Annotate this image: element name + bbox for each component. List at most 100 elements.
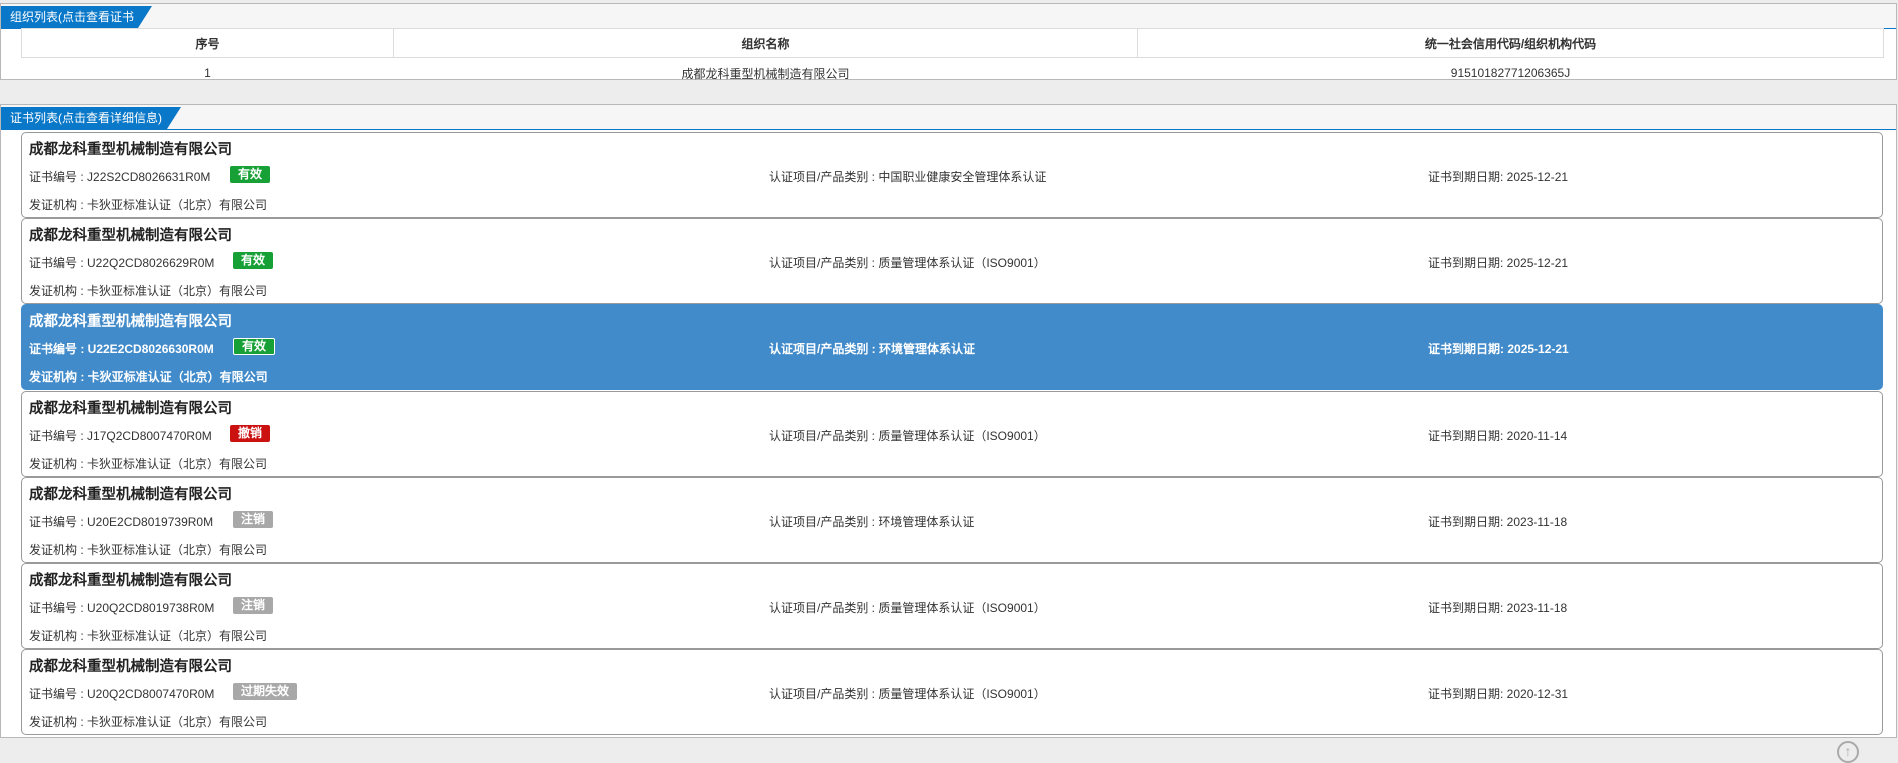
cert-issuer: 发证机构 : 卡狄亚标准认证（北京）有限公司 — [29, 541, 267, 558]
cert-item-value: 质量管理体系认证（ISO9001） — [878, 687, 1046, 702]
cert-issuer: 发证机构 : 卡狄亚标准认证（北京）有限公司 — [29, 627, 267, 644]
cert-issuer-value: 卡狄亚标准认证（北京）有限公司 — [87, 629, 268, 643]
status-badge: 有效 — [233, 252, 274, 270]
status-badge: 注销 — [233, 510, 274, 528]
cert-item-label: 认证项目/产品类别 : — [769, 342, 879, 357]
cert-company: 成都龙科重型机械制造有限公司 — [29, 400, 232, 417]
cert-item-value: 质量管理体系认证（ISO9001） — [878, 256, 1046, 271]
cert-number: 证书编号 : U22Q2CD8026629R0M — [29, 254, 214, 271]
cert-item: 认证项目/产品类别 : 质量管理体系认证（ISO9001） — [769, 599, 1046, 616]
cert-card[interactable]: 成都龙科重型机械制造有限公司 证书编号 : J22S2CD8026631R0M 有效… — [21, 132, 1883, 218]
org-index-cell: 1 — [204, 66, 211, 80]
cert-issuer-label: 发证机构 : — [29, 198, 88, 212]
cert-issuer: 发证机构 : 卡狄亚标准认证（北京）有限公司 — [29, 368, 268, 385]
cert-item-label: 认证项目/产品类别 : — [769, 601, 879, 615]
cert-expiry-value: 2020-11-14 — [1506, 428, 1568, 443]
cert-card[interactable]: 成都龙科重型机械制造有限公司 证书编号 : U20Q2CD8007470R0M 过期… — [21, 649, 1883, 736]
arrow-up-circle-icon[interactable]: ↑ — [1837, 741, 1859, 763]
cert-number: 证书编号 : U20E2CD8019739R0M — [29, 513, 213, 530]
cert-expiry-label: 证书到期日期: — [1428, 428, 1507, 443]
cert-number: 证书编号 : U20Q2CD8019738R0M — [29, 599, 214, 616]
cert-issuer-label: 发证机构 : — [29, 456, 88, 471]
cert-issuer-value: 卡狄亚标准认证（北京）有限公司 — [87, 456, 268, 471]
cert-expiry-label: 证书到期日期: — [1428, 256, 1507, 271]
cert-issuer-value: 卡狄亚标准认证（北京）有限公司 — [87, 198, 268, 212]
cert-expiry-label: 证书到期日期: — [1428, 514, 1507, 529]
cert-panel-header: 证书列表(点击查看详细信息) — [1, 104, 1896, 130]
col-index-header: 序号 — [21, 28, 394, 58]
cert-number: 证书编号 : U20Q2CD8007470R0M — [29, 685, 214, 702]
cert-number-label: 证书编号 : — [29, 428, 88, 443]
cert-number-label: 证书编号 : — [29, 170, 88, 184]
cert-panel: 证书列表(点击查看详细信息) 成都龙科重型机械制造有限公司 证书编号 : J22S… — [0, 104, 1897, 738]
status-badge: 过期失效 — [233, 683, 298, 701]
cert-item-value: 质量管理体系认证（ISO9001） — [878, 428, 1046, 443]
cert-item: 认证项目/产品类别 : 质量管理体系认证（ISO9001） — [769, 685, 1046, 702]
cert-issuer-label: 发证机构 : — [29, 370, 88, 385]
cert-expiry-value: 2025-12-21 — [1507, 342, 1569, 357]
table-row[interactable]: 1 成都龙科重型机械制造有限公司 91510182771206365J — [22, 58, 1884, 89]
org-code-cell: 91510182771206365J — [1450, 66, 1571, 80]
cert-number-value: U22Q2CD8026629R0M — [87, 256, 215, 271]
cert-number-value: U22E2CD8026630R0M — [87, 342, 214, 357]
org-table: 序号 组织名称 统一社会信用代码/组织机构代码 1 成都龙科重型机械制造有限公司… — [21, 28, 1884, 88]
cert-number-label: 证书编号 : — [29, 601, 88, 615]
cert-issuer-value: 卡狄亚标准认证（北京）有限公司 — [87, 284, 268, 299]
cert-card[interactable]: 成都龙科重型机械制造有限公司 证书编号 : U22Q2CD8026629R0M 有效… — [21, 218, 1883, 305]
cert-item: 认证项目/产品类别 : 环境管理体系认证 — [769, 340, 975, 357]
cert-number-value: J22S2CD8026631R0M — [87, 170, 211, 184]
cert-card[interactable]: 成都龙科重型机械制造有限公司 证书编号 : U22E2CD8026630R0M 有效… — [21, 304, 1883, 391]
col-code-header: 统一社会信用代码/组织机构代码 — [1137, 28, 1884, 58]
cert-panel-title: 证书列表(点击查看详细信息) — [1, 107, 181, 129]
cert-expiry: 证书到期日期: 2025-12-21 — [1428, 168, 1568, 185]
cert-issuer-label: 发证机构 : — [29, 629, 88, 643]
cert-expiry-value: 2025-12-21 — [1506, 256, 1569, 271]
cert-issuer-label: 发证机构 : — [29, 715, 88, 730]
cert-number-label: 证书编号 : — [29, 687, 88, 702]
cert-card[interactable]: 成都龙科重型机械制造有限公司 证书编号 : J17Q2CD8007470R0M 撤销… — [21, 390, 1883, 477]
cert-item: 认证项目/产品类别 : 质量管理体系认证（ISO9001） — [769, 427, 1046, 444]
col-name-header: 组织名称 — [393, 28, 1138, 58]
cert-expiry-label: 证书到期日期: — [1428, 601, 1507, 615]
cert-expiry-value: 2020-12-31 — [1506, 687, 1569, 702]
cert-issuer-label: 发证机构 : — [29, 284, 88, 299]
cert-number-value: U20Q2CD8007470R0M — [87, 687, 215, 702]
cert-number-label: 证书编号 : — [29, 514, 88, 529]
cert-issuer: 发证机构 : 卡狄亚标准认证（北京）有限公司 — [29, 713, 267, 730]
cert-issuer-value: 卡狄亚标准认证（北京）有限公司 — [87, 370, 268, 385]
status-badge: 撤销 — [230, 424, 271, 442]
cert-expiry: 证书到期日期: 2025-12-21 — [1428, 254, 1568, 271]
cert-item-label: 认证项目/产品类别 : — [769, 428, 879, 443]
org-panel-title: 组织列表(点击查看证书信息) — [1, 6, 152, 46]
cert-card[interactable]: 成都龙科重型机械制造有限公司 证书编号 : U20E2CD8019739R0M 注销… — [21, 476, 1883, 563]
cert-item-label: 认证项目/产品类别 : — [769, 687, 879, 702]
cert-company: 成都龙科重型机械制造有限公司 — [29, 486, 232, 503]
org-name-cell: 成都龙科重型机械制造有限公司 — [681, 66, 850, 81]
cert-number-label: 证书编号 : — [29, 256, 88, 271]
cert-number-label: 证书编号 : — [29, 342, 88, 357]
cert-item-label: 认证项目/产品类别 : — [769, 256, 879, 271]
status-badge: 有效 — [230, 166, 271, 183]
cert-item-value: 质量管理体系认证（ISO9001） — [878, 601, 1046, 615]
cert-issuer-value: 卡狄亚标准认证（北京）有限公司 — [87, 715, 268, 730]
cert-company: 成都龙科重型机械制造有限公司 — [29, 659, 232, 676]
cert-issuer: 发证机构 : 卡狄亚标准认证（北京）有限公司 — [29, 455, 267, 472]
cert-card[interactable]: 成都龙科重型机械制造有限公司 证书编号 : U20Q2CD8019738R0M 注销… — [21, 563, 1883, 649]
cert-issuer-label: 发证机构 : — [29, 542, 88, 557]
status-badge: 注销 — [233, 597, 274, 614]
org-table-header-row: 序号 组织名称 统一社会信用代码/组织机构代码 — [21, 28, 1884, 58]
cert-item-label: 认证项目/产品类别 : — [769, 514, 879, 529]
cert-item: 认证项目/产品类别 : 环境管理体系认证 — [769, 513, 974, 530]
cert-item-value: 中国职业健康安全管理体系认证 — [878, 170, 1047, 184]
cert-expiry-value: 2023-11-18 — [1506, 514, 1568, 529]
cert-expiry: 证书到期日期: 2025-12-21 — [1428, 340, 1569, 357]
cert-company: 成都龙科重型机械制造有限公司 — [29, 142, 232, 158]
cert-company: 成都龙科重型机械制造有限公司 — [29, 228, 232, 245]
cert-item-value: 环境管理体系认证 — [878, 514, 975, 529]
cert-issuer-value: 卡狄亚标准认证（北京）有限公司 — [87, 542, 268, 557]
cert-number: 证书编号 : J17Q2CD8007470R0M — [29, 427, 212, 444]
org-panel: 组织列表(点击查看证书信息) 序号 组织名称 统一社会信用代码/组织机构代码 1… — [0, 3, 1897, 81]
status-badge: 有效 — [233, 338, 276, 356]
cert-issuer: 发证机构 : 卡狄亚标准认证（北京）有限公司 — [29, 282, 267, 299]
cert-expiry: 证书到期日期: 2023-11-18 — [1428, 513, 1567, 530]
